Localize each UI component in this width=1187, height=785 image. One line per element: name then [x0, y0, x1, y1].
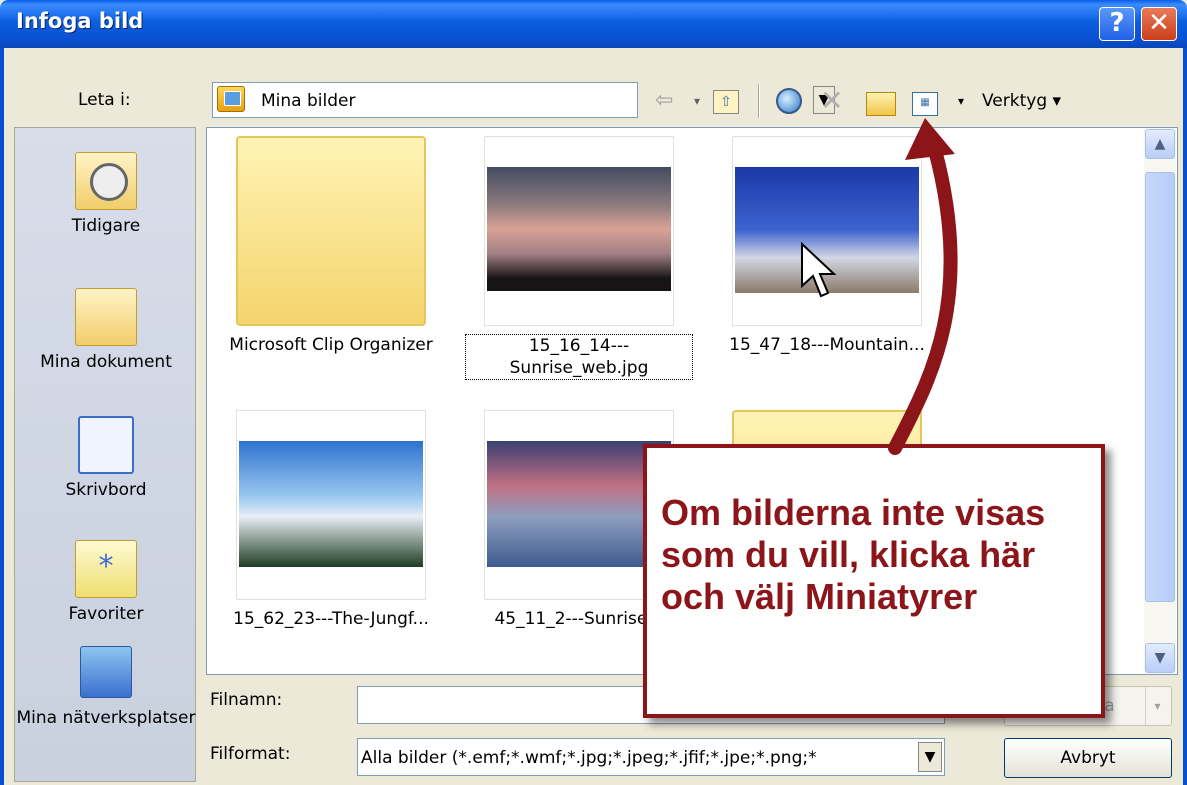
- look-in-label: Leta i:: [78, 90, 131, 110]
- image-thumbnail: [236, 410, 426, 600]
- history-icon: [75, 152, 137, 210]
- place-label: Favoriter: [68, 604, 144, 624]
- scroll-up-button[interactable]: ▲: [1145, 129, 1175, 159]
- up-one-level-icon[interactable]: ⇧: [713, 90, 739, 114]
- file-item-image[interactable]: 15_62_23---The-Jungf...: [211, 410, 451, 630]
- look-in-value: Mina bilder: [261, 91, 356, 111]
- help-button[interactable]: ?: [1099, 7, 1135, 41]
- title-bar[interactable]: Infoga bild ? ✕: [0, 0, 1187, 48]
- tools-menu[interactable]: Verktyg ▾: [982, 86, 1061, 116]
- places-bar: Tidigare Mina dokument Skrivbord Favorit…: [14, 127, 196, 782]
- file-item-folder[interactable]: Microsoft Clip Organizer: [211, 136, 451, 356]
- file-name: Microsoft Clip Organizer: [229, 335, 433, 355]
- mouse-pointer-icon: [801, 242, 837, 298]
- place-label: Mina nätverksplatser: [16, 708, 196, 728]
- place-favorites[interactable]: Favoriter: [15, 540, 197, 624]
- place-label: Skrivbord: [65, 480, 147, 500]
- image-thumbnail: [484, 136, 674, 326]
- back-dropdown-icon[interactable]: ▾: [694, 86, 700, 116]
- dialog-title: Infoga bild: [16, 9, 144, 33]
- favorites-folder-icon: [75, 540, 137, 598]
- new-folder-icon[interactable]: [866, 92, 896, 116]
- tip-callout: Om bilderna inte visas som du vill, klic…: [643, 444, 1105, 718]
- file-item-image[interactable]: 15_16_14---Sunrise_web.jpg: [459, 136, 699, 380]
- place-label: Mina dokument: [40, 352, 172, 372]
- filename-label: Filnamn:: [210, 690, 283, 710]
- desktop-icon: [78, 416, 134, 474]
- insert-picture-dialog: Infoga bild ? ✕ Leta i: Mina bilder ▼ ⇦ …: [0, 0, 1187, 785]
- vertical-scrollbar[interactable]: ▲ ▼: [1144, 128, 1176, 674]
- pictures-folder-icon: [217, 86, 245, 112]
- place-desktop[interactable]: Skrivbord: [15, 416, 197, 500]
- filetype-select[interactable]: Alla bilder (*.emf;*.wmf;*.jpg;*.jpeg;*.…: [357, 738, 945, 776]
- file-name: 15_47_18---Mountain...: [729, 335, 925, 355]
- insert-dropdown-icon[interactable]: ▾: [1145, 687, 1169, 725]
- views-icon[interactable]: ▦: [912, 92, 938, 116]
- file-name: 15_16_14---Sunrise_web.jpg: [465, 334, 693, 380]
- back-arrow-icon[interactable]: ⇦: [655, 86, 673, 116]
- place-history[interactable]: Tidigare: [15, 152, 197, 236]
- network-places-icon: [80, 646, 132, 698]
- callout-text: Om bilderna inte visas som du vill, klic…: [661, 492, 1046, 617]
- place-network[interactable]: Mina nätverksplatser: [15, 646, 197, 728]
- file-name: 15_62_23---The-Jungf...: [233, 609, 429, 629]
- chevron-down-icon[interactable]: ▼: [918, 742, 942, 772]
- my-documents-folder-icon: [75, 288, 137, 346]
- cancel-button[interactable]: Avbryt: [1004, 738, 1172, 778]
- views-dropdown-icon[interactable]: ▾: [958, 86, 964, 116]
- search-web-icon[interactable]: [776, 88, 802, 114]
- place-my-documents[interactable]: Mina dokument: [15, 288, 197, 372]
- delete-icon[interactable]: ✕: [820, 86, 843, 116]
- look-in-dropdown[interactable]: Mina bilder ▼: [212, 82, 835, 118]
- scroll-down-button[interactable]: ▼: [1145, 643, 1175, 673]
- folder-thumbnail-icon: [236, 136, 426, 326]
- filetype-value: Alla bilder (*.emf;*.wmf;*.jpg;*.jpeg;*.…: [361, 748, 817, 768]
- close-button[interactable]: ✕: [1141, 7, 1177, 41]
- place-label: Tidigare: [71, 216, 141, 236]
- toolbar-separator: [758, 84, 760, 118]
- filetype-label: Filformat:: [210, 744, 291, 764]
- scroll-thumb[interactable]: [1145, 172, 1175, 602]
